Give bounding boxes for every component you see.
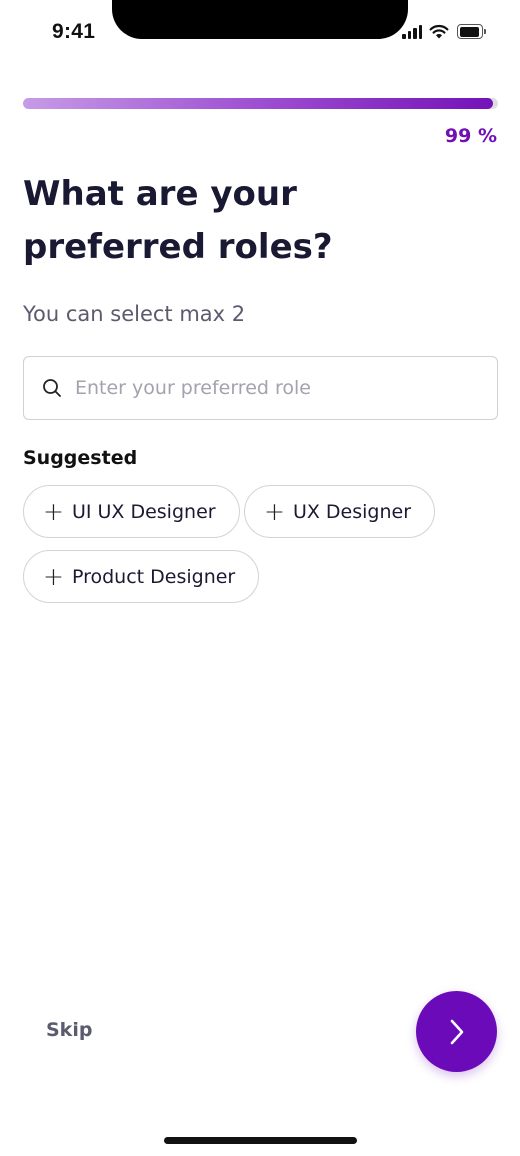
progress-bar-fill — [23, 98, 494, 109]
next-button[interactable] — [416, 991, 497, 1072]
progress-label: 99 % — [444, 125, 497, 147]
chip-label: UI UX Designer — [71, 500, 216, 523]
page-title: What are your preferred roles? — [23, 174, 333, 267]
battery-icon — [457, 24, 487, 39]
wifi-icon — [429, 24, 449, 39]
chip-product-designer[interactable]: + Product Designer — [23, 550, 260, 603]
skip-button[interactable]: Skip — [46, 1019, 92, 1041]
role-search-input[interactable] — [75, 377, 465, 399]
plus-icon: + — [264, 497, 285, 526]
cellular-signal-icon — [402, 24, 422, 39]
plus-icon: + — [43, 497, 64, 526]
progress-bar — [23, 98, 498, 109]
chip-ui-ux-designer[interactable]: + UI UX Designer — [23, 485, 240, 538]
home-indicator[interactable] — [164, 1137, 357, 1144]
status-bar: 9:41 — [0, 0, 520, 64]
chip-label: Product Designer — [71, 565, 236, 588]
search-icon — [43, 379, 61, 397]
page-subtitle: You can select max 2 — [23, 302, 246, 326]
device-notch — [112, 0, 408, 39]
role-search-box[interactable] — [23, 356, 498, 420]
status-icons — [402, 24, 487, 39]
chip-ux-designer[interactable]: + UX Designer — [244, 485, 436, 538]
status-time: 9:41 — [52, 20, 96, 43]
chevron-right-icon — [450, 1019, 463, 1044]
plus-icon: + — [43, 562, 64, 591]
chip-label: UX Designer — [292, 500, 412, 523]
suggested-label: Suggested — [23, 447, 138, 469]
